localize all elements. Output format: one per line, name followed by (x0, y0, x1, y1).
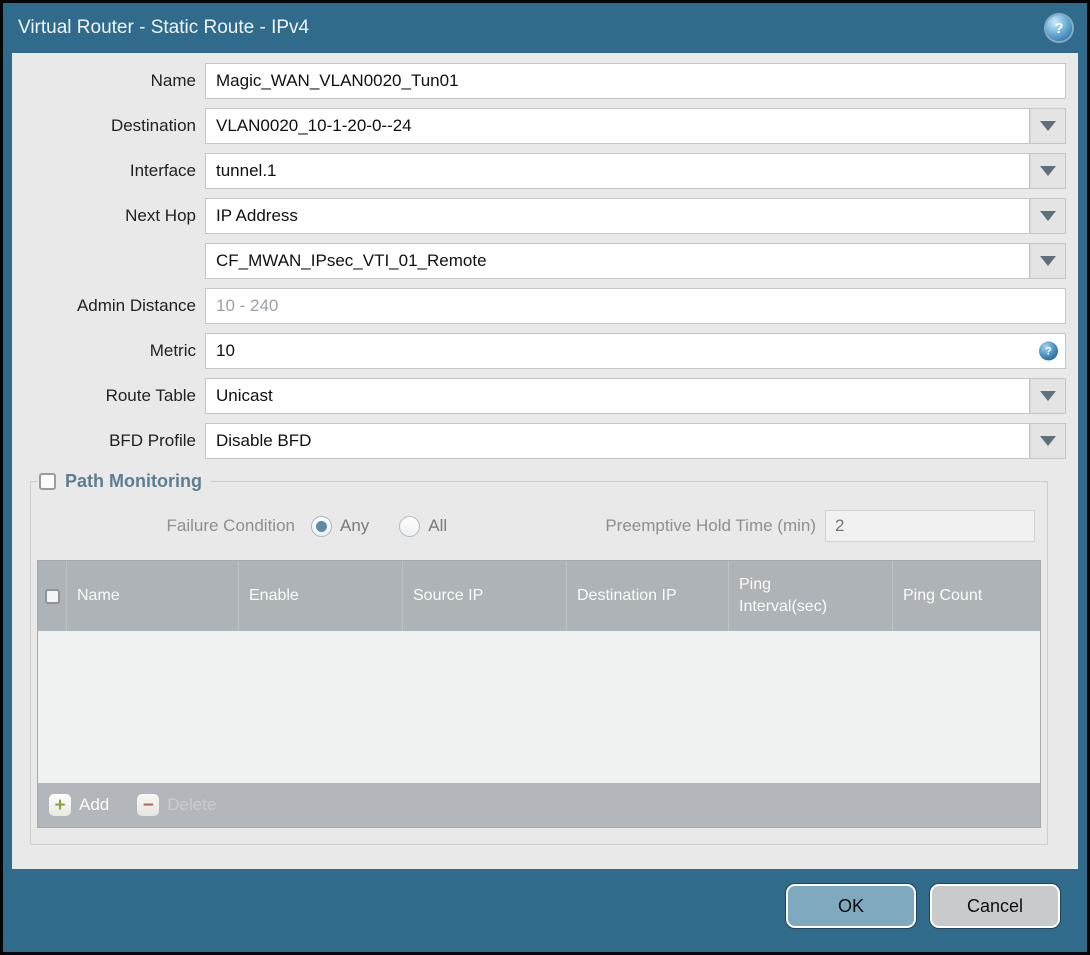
failure-condition-all-label: All (428, 516, 448, 535)
preemptive-hold-time-input (825, 510, 1035, 542)
path-monitoring-title: Path Monitoring (65, 471, 202, 491)
failure-condition-label: Failure Condition (166, 516, 295, 535)
next-hop-row: Next Hop (12, 198, 1066, 234)
failure-condition-row: Failure Condition Any All Preemptive Hol… (37, 508, 1041, 544)
failure-condition-any-label: Any (340, 516, 370, 535)
plus-icon: + (49, 794, 71, 816)
path-monitoring-legend: Path Monitoring (37, 471, 210, 492)
route-table-label: Route Table (105, 386, 196, 405)
next-hop-type-dropdown-button[interactable] (1030, 198, 1066, 234)
name-label: Name (150, 71, 196, 90)
admin-distance-row: Admin Distance (12, 288, 1066, 324)
metric-row: Metric (12, 333, 1066, 369)
select-all-checkbox (44, 588, 60, 604)
chevron-down-icon (1040, 166, 1056, 176)
dialog-footer: OK Cancel (3, 869, 1087, 952)
column-header-name: Name (67, 561, 239, 631)
route-table-row: Route Table (12, 378, 1066, 414)
select-all-cell (38, 561, 67, 631)
add-button-label: Add (79, 795, 110, 814)
route-table-input[interactable] (205, 378, 1030, 414)
destination-row: Destination (12, 108, 1066, 144)
chevron-down-icon (1040, 211, 1056, 221)
admin-distance-input[interactable] (205, 288, 1066, 324)
admin-distance-label: Admin Distance (76, 296, 196, 315)
bfd-profile-row: BFD Profile (12, 423, 1066, 459)
path-monitoring-table-toolbar: + Add − Delete (38, 783, 1040, 827)
interface-row: Interface (12, 153, 1066, 189)
route-table-dropdown-button[interactable] (1030, 378, 1066, 414)
next-hop-label: Next Hop (125, 206, 196, 225)
path-monitoring-table: Name Enable Source IP Destination IP Pin… (37, 560, 1041, 828)
metric-input[interactable] (205, 333, 1066, 369)
failure-condition-all-radio (399, 515, 421, 537)
minus-icon: − (137, 794, 160, 816)
chevron-down-icon (1040, 121, 1056, 131)
chevron-down-icon (1040, 436, 1056, 446)
dialog-titlebar: Virtual Router - Static Route - IPv4 (3, 3, 1087, 53)
delete-button: − Delete (137, 794, 216, 816)
name-input[interactable] (205, 63, 1066, 99)
delete-button-label: Delete (167, 795, 217, 814)
name-row: Name (12, 63, 1066, 99)
column-header-ping-count: Ping Count (903, 587, 983, 604)
column-header-source-ip: Source IP (403, 561, 567, 631)
metric-help-icon (1039, 341, 1058, 361)
chevron-down-icon (1040, 391, 1056, 401)
dialog-body: Name Destination Interface (12, 53, 1078, 869)
help-icon[interactable] (1046, 15, 1072, 41)
cancel-button[interactable]: Cancel (930, 884, 1060, 928)
metric-label: Metric (149, 341, 196, 360)
next-hop-address-dropdown-button[interactable] (1030, 243, 1066, 279)
destination-dropdown-button[interactable] (1030, 108, 1066, 144)
next-hop-address-input[interactable] (205, 243, 1030, 279)
interface-dropdown-button[interactable] (1030, 153, 1066, 189)
path-monitoring-section: Path Monitoring Failure Condition Any Al… (30, 471, 1048, 845)
add-button[interactable]: + Add (49, 794, 109, 816)
chevron-down-icon (1040, 256, 1056, 266)
failure-condition-any-radio (311, 515, 332, 537)
next-hop-type-input[interactable] (205, 198, 1030, 234)
bfd-profile-dropdown-button[interactable] (1030, 423, 1066, 459)
bfd-profile-label: BFD Profile (109, 431, 196, 450)
path-monitoring-checkbox[interactable] (39, 473, 56, 490)
interface-input[interactable] (205, 153, 1030, 189)
interface-label: Interface (129, 161, 196, 180)
path-monitoring-table-header: Name Enable Source IP Destination IP Pin… (38, 561, 1040, 631)
next-hop-address-row (12, 243, 1066, 279)
dialog-title: Virtual Router - Static Route - IPv4 (18, 17, 310, 38)
column-header-destination-ip: Destination IP (567, 561, 729, 631)
ok-button[interactable]: OK (786, 884, 916, 928)
column-header-enable: Enable (239, 561, 403, 631)
preemptive-hold-time-label: Preemptive Hold Time (min) (605, 516, 816, 535)
destination-input[interactable] (205, 108, 1030, 144)
destination-label: Destination (110, 116, 196, 135)
bfd-profile-input[interactable] (205, 423, 1030, 459)
path-monitoring-table-body (38, 631, 1040, 783)
column-header-ping-interval: Ping Interval(sec) (729, 561, 893, 631)
static-route-dialog: Virtual Router - Static Route - IPv4 Nam… (0, 0, 1090, 955)
